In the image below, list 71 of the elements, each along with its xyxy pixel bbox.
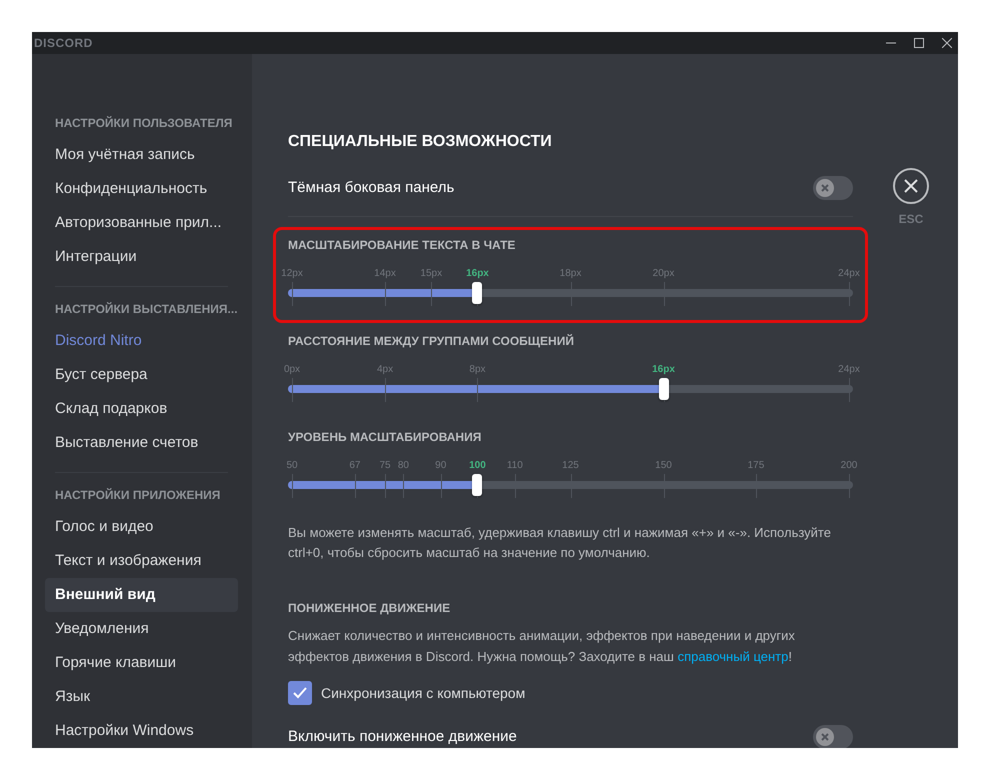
slider-handle[interactable]	[658, 378, 669, 400]
sidebar-item[interactable]: Буст сервера	[45, 358, 238, 392]
tick-label: 80	[398, 459, 409, 473]
section-header: ПОНИЖЕННОЕ ДВИЖЕНИЕ	[288, 600, 452, 617]
tick-label: 16px	[652, 363, 675, 377]
tick-label: 4px	[376, 363, 394, 377]
tick-label: 67	[349, 459, 360, 473]
tick-label: 110	[506, 459, 523, 473]
sidebar-item[interactable]: Моя учётная запись	[45, 138, 238, 172]
tick-label: 125	[562, 459, 579, 473]
toggle-switch[interactable]	[813, 176, 853, 200]
x-icon	[821, 733, 829, 741]
sidebar-item[interactable]: Уведомления	[45, 612, 238, 646]
slider-handle[interactable]	[472, 282, 482, 304]
tick-label: 12px	[281, 267, 303, 281]
tick-label: 24px	[838, 363, 860, 377]
tick-label: 50	[286, 459, 298, 473]
close-icon	[904, 179, 918, 193]
tick-label: 200	[840, 459, 858, 473]
sidebar-item[interactable]: Внешний вид	[45, 578, 238, 612]
section-header: НАСТРОЙКИ ПОЛЬЗОВАТЕЛЯ	[54, 115, 234, 132]
slider-label: МАСШТАБИРОВАНИЕ ТЕКСТА В ЧАТЕ	[288, 237, 516, 254]
description-text: Снижает количество и интенсивность анимации, эффектов при наведении и других эффектов движения в Discord. Нужна помощь? Заходите в наш справочный центр!	[288, 627, 796, 666]
tick-label: 20px	[652, 267, 674, 281]
toggle-switch[interactable]	[813, 725, 853, 748]
setting-label: Включить пониженное движение	[288, 726, 517, 747]
sidebar-item[interactable]: Голос и видео	[45, 510, 238, 544]
sidebar-item[interactable]: Авторизованные прил...	[45, 206, 238, 240]
slider-label: УРОВЕНЬ МАСШТАБИРОВАНИЯ	[288, 429, 482, 446]
sidebar-item[interactable]: Интеграции	[45, 240, 238, 274]
app-logo: DISCORD	[34, 35, 93, 52]
help-text: Вы можете изменять масштаб, удерживая клавишу ctrl и нажимая «+» и «-». Используйте ctrl+0, чтобы сбросить масштаб на значение по умолчанию.	[288, 524, 832, 562]
tick-label: 14px	[374, 267, 396, 281]
esc-label: ESC	[898, 211, 924, 228]
section-header: НАСТРОЙКИ ПРИЛОЖЕНИЯ	[54, 487, 222, 504]
sidebar-item[interactable]: Конфиденциальность	[45, 172, 238, 206]
sidebar-item[interactable]: Настройки Windows	[45, 714, 238, 748]
tick-label: 90	[435, 459, 446, 473]
tick-label: 18px	[560, 267, 582, 281]
tick-label: 24px	[838, 267, 860, 281]
sidebar-item[interactable]: Горячие клавиши	[45, 646, 238, 680]
section-header: НАСТРОЙКИ ВЫСТАВЛЕНИЯ...	[54, 301, 238, 318]
tick-label: 175	[748, 459, 764, 473]
maximize-icon[interactable]	[914, 38, 924, 48]
checkmark-icon	[293, 687, 307, 699]
setting-label: Тёмная боковая панель	[288, 178, 454, 198]
slider-handle[interactable]	[472, 474, 482, 496]
section-title: СПЕЦИАЛЬНЫЕ ВОЗМОЖНОСТИ	[288, 132, 553, 152]
close-button[interactable]	[893, 168, 929, 204]
slider-label: РАССТОЯНИЕ МЕЖДУ ГРУППАМИ СООБЩЕНИЙ	[288, 333, 575, 350]
tick-label: 16px	[466, 267, 489, 281]
sidebar-item[interactable]: Склад подарков	[45, 392, 238, 426]
minimize-icon[interactable]	[886, 42, 896, 44]
help-center-link[interactable]: справочный центр	[678, 649, 788, 664]
tick-label: 100	[469, 459, 486, 473]
tick-label: 15px	[420, 267, 442, 281]
tick-label: 75	[379, 459, 391, 473]
slider-track[interactable]	[288, 385, 853, 393]
tick-label: 150	[655, 459, 672, 473]
slider-track[interactable]	[288, 289, 853, 297]
tick-label: 0px	[284, 363, 300, 377]
checkbox[interactable]	[288, 681, 312, 705]
checkbox-label: Синхронизация с компьютером	[321, 684, 526, 703]
sidebar-item[interactable]: Текст и изображения	[45, 544, 238, 578]
tick-label: 8px	[469, 363, 486, 377]
slider-track[interactable]	[288, 481, 853, 489]
sidebar-item[interactable]: Discord Nitro	[45, 324, 238, 358]
sidebar-item[interactable]: Язык	[45, 680, 238, 714]
close-icon[interactable]	[942, 38, 952, 48]
x-icon	[821, 184, 829, 192]
sidebar-item[interactable]: Выставление счетов	[45, 426, 238, 460]
